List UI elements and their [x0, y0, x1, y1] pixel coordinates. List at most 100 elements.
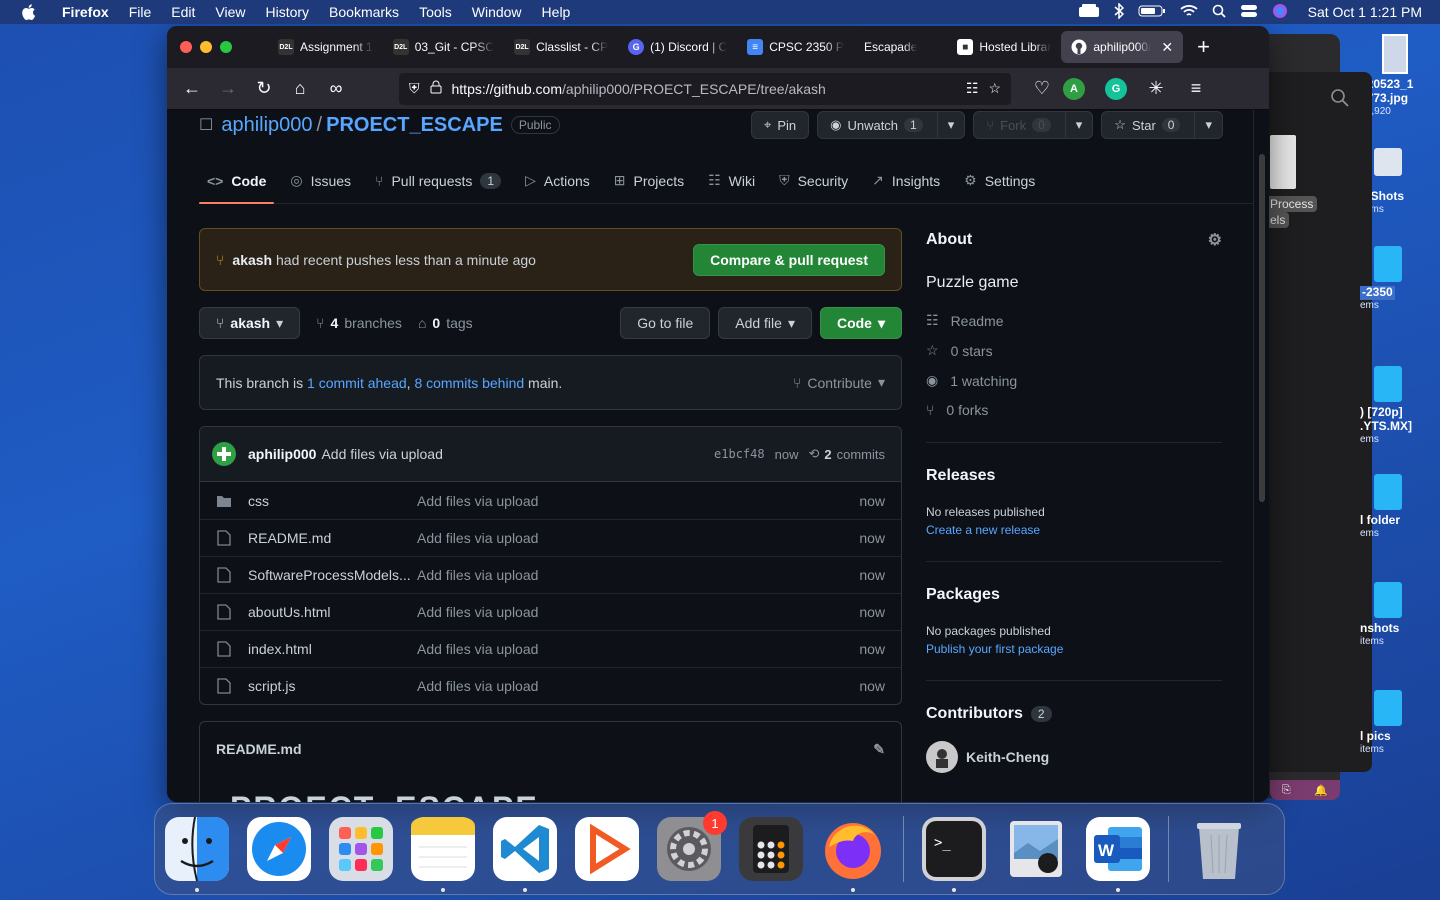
file-name-link[interactable]: SoftwareProcessModels... — [248, 567, 417, 583]
commits-ahead-link[interactable]: 1 commit ahead — [307, 375, 407, 391]
dock-finder-icon[interactable] — [165, 817, 229, 892]
menu-help[interactable]: Help — [542, 4, 571, 20]
tab-pull-requests[interactable]: ⑂ Pull requests 1 — [367, 173, 509, 203]
new-tab-button[interactable]: + — [1197, 34, 1210, 60]
grammarly-icon[interactable]: G — [1105, 77, 1127, 100]
tab-github-active[interactable]: aphilip000/ ✕ — [1061, 31, 1184, 63]
file-name-link[interactable]: script.js — [248, 678, 417, 694]
finder-search-icon[interactable] — [1330, 88, 1350, 113]
tab-discord[interactable]: G (1) Discord | C — [618, 31, 737, 63]
close-tab-icon[interactable]: ✕ — [1161, 39, 1173, 56]
tab-security[interactable]: ⛨ Security — [771, 172, 856, 203]
create-release-link[interactable]: Create a new release — [926, 523, 1222, 537]
bluetooth-icon[interactable] — [1114, 1, 1124, 22]
commit-sha-link[interactable]: e1bcf48 — [714, 447, 765, 461]
file-row[interactable]: css Add files via upload now — [200, 482, 901, 519]
contributor-item[interactable]: Keith-Cheng — [926, 741, 1222, 773]
tab-assignment[interactable]: D2L Assignment 1 — [268, 31, 383, 63]
tab-classlist[interactable]: D2L Classlist - CP — [504, 31, 618, 63]
compare-pull-request-button[interactable]: Compare & pull request — [693, 243, 885, 276]
share-icon[interactable]: ⎘ — [1282, 784, 1291, 797]
page-scrollbar[interactable] — [1253, 110, 1269, 802]
dock-system-preferences-icon[interactable]: 1 — [657, 811, 727, 881]
apple-icon[interactable] — [18, 2, 38, 22]
dock-launchpad-icon[interactable] — [329, 817, 393, 881]
pin-button[interactable]: ⌖ Pin — [750, 111, 810, 139]
menu-file[interactable]: File — [129, 4, 152, 20]
file-name-link[interactable]: index.html — [248, 641, 417, 657]
contribute-dropdown[interactable]: ⑂ Contribute ▾ — [793, 374, 885, 391]
home-icon[interactable]: ⌂ — [285, 74, 315, 104]
bookmark-star-icon[interactable]: ☆ — [988, 80, 1001, 97]
gear-icon[interactable]: ⚙ — [1208, 230, 1222, 250]
desktop-video-folder[interactable]: ) [720p] .YTS.MX] ems — [1360, 366, 1432, 445]
commit-message-link[interactable]: Add files via upload — [321, 446, 442, 462]
file-name-link[interactable]: README.md — [248, 530, 417, 546]
pocket-icon[interactable]: ♡ — [1027, 74, 1057, 104]
chevron-down-icon[interactable]: ▾ — [1064, 112, 1093, 138]
zoom-window-button[interactable] — [220, 41, 232, 53]
tab-projects[interactable]: ⊞ Projects — [606, 172, 692, 203]
cloud-drive-icon[interactable] — [1078, 3, 1100, 21]
menu-history[interactable]: History — [265, 4, 309, 20]
forward-arrow-icon[interactable]: → — [213, 74, 243, 104]
code-button[interactable]: Code ▾ — [819, 307, 902, 339]
back-arrow-icon[interactable]: ← — [177, 74, 207, 104]
tab-cpsc-doc[interactable]: ≡ CPSC 2350 P — [737, 31, 854, 63]
fork-button[interactable]: ⑂ Fork 0 ▾ — [973, 111, 1094, 139]
reader-view-icon[interactable]: ☷ — [966, 80, 979, 97]
desktop-screenshots-folder-2[interactable]: nshots items — [1360, 582, 1432, 647]
dock-word-icon[interactable]: W — [1086, 817, 1150, 892]
menu-view[interactable]: View — [215, 4, 245, 20]
file-commit-message-link[interactable]: Add files via upload — [417, 567, 859, 583]
pencil-icon[interactable]: ✎ — [873, 741, 885, 758]
commit-author-link[interactable]: aphilip000 — [248, 446, 316, 462]
tab-escapade[interactable]: Escapade — [854, 31, 927, 63]
menu-clock[interactable]: Sat Oct 1 1:21 PM — [1308, 4, 1422, 20]
branches-link[interactable]: ⑂ 4 branches — [316, 315, 402, 331]
desktop-pics-folder[interactable]: l pics items — [1360, 690, 1432, 755]
dock-notes-icon[interactable] — [411, 817, 475, 892]
packages-heading[interactable]: Packages — [926, 586, 1222, 604]
url-bar[interactable]: ⛨ https://github.com/aphilip000/PROECT_E… — [399, 72, 1011, 105]
file-row[interactable]: README.md Add files via upload now — [200, 519, 901, 556]
contributors-heading[interactable]: Contributors 2 — [926, 705, 1222, 723]
battery-icon[interactable] — [1138, 4, 1166, 21]
tab-code[interactable]: <> Code — [199, 173, 275, 204]
dock-infuse-icon[interactable] — [575, 817, 639, 881]
readme-link[interactable]: ☷ Readme — [926, 312, 1222, 329]
avatar[interactable] — [212, 442, 236, 466]
reload-icon[interactable]: ↻ — [249, 74, 279, 104]
commits-behind-link[interactable]: 8 commits behind — [414, 375, 524, 391]
hamburger-menu-icon[interactable]: ≡ — [1181, 74, 1211, 104]
file-row[interactable]: script.js Add files via upload now — [200, 667, 901, 704]
file-commit-message-link[interactable]: Add files via upload — [417, 641, 859, 657]
repo-owner-link[interactable]: aphilip000 — [221, 114, 312, 137]
menu-edit[interactable]: Edit — [171, 4, 195, 20]
file-name-link[interactable]: css — [248, 493, 417, 509]
tab-git[interactable]: D2L 03_Git - CPSC — [383, 31, 504, 63]
stars-link[interactable]: ☆ 0 stars — [926, 342, 1222, 359]
tab-wiki[interactable]: ☷ Wiki — [700, 172, 763, 203]
file-row[interactable]: aboutUs.html Add files via upload now — [200, 593, 901, 630]
tags-link[interactable]: ⌂ 0 tags — [418, 315, 473, 331]
tab-insights[interactable]: ↗ Insights — [864, 172, 948, 203]
siri-icon[interactable] — [1272, 3, 1288, 22]
dock-vscode-icon[interactable] — [493, 817, 557, 892]
dock-safari-icon[interactable] — [247, 817, 311, 881]
bell-icon[interactable]: 🔔 — [1314, 784, 1328, 797]
go-to-file-button[interactable]: Go to file — [620, 307, 711, 339]
shield-icon[interactable]: ⛨ — [409, 80, 420, 97]
watching-link[interactable]: ◉ 1 watching — [926, 372, 1222, 389]
file-commit-message-link[interactable]: Add files via upload — [417, 678, 859, 694]
releases-heading[interactable]: Releases — [926, 467, 1222, 485]
chevron-down-icon[interactable]: ▾ — [1194, 112, 1222, 138]
dock-calculator-icon[interactable] — [739, 817, 803, 881]
tab-issues[interactable]: ◎ Issues — [282, 172, 359, 203]
file-row[interactable]: SoftwareProcessModels... Add files via up… — [200, 556, 901, 593]
lock-icon[interactable] — [430, 80, 442, 97]
repo-name-link[interactable]: PROECT_ESCAPE — [326, 114, 503, 137]
wifi-icon[interactable] — [1180, 4, 1198, 21]
extension-a-icon[interactable]: A — [1063, 77, 1085, 100]
dock-terminal-icon[interactable]: >_ — [922, 817, 986, 892]
